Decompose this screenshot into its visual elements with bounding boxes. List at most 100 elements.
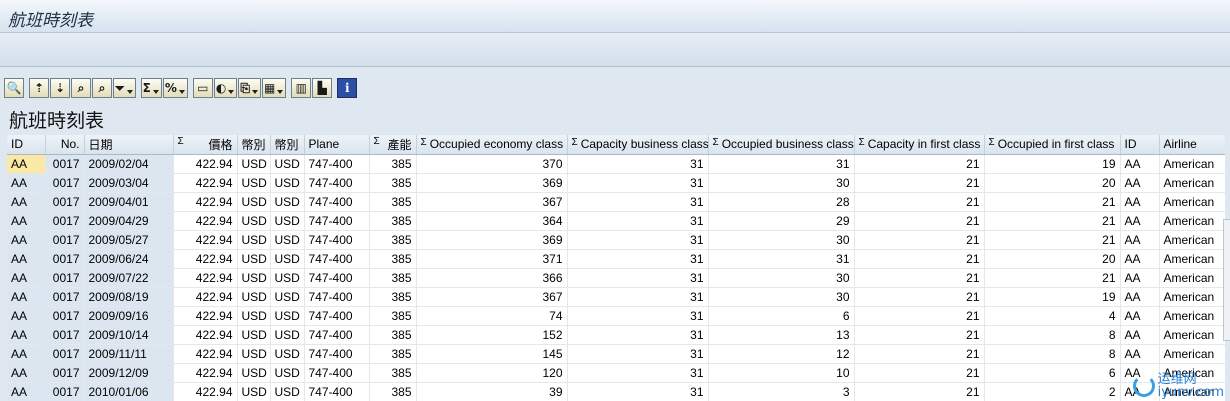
table-cell[interactable]: AA [1120, 325, 1160, 345]
table-cell[interactable]: 2009/11/11 [84, 344, 174, 364]
table-cell[interactable]: 2009/06/24 [84, 249, 174, 269]
table-cell[interactable]: USD [270, 344, 305, 364]
filter-button[interactable]: ⏷ [113, 78, 136, 98]
table-cell[interactable]: American [1159, 154, 1225, 174]
table-cell[interactable]: 31 [567, 382, 709, 401]
table-cell[interactable]: American [1159, 306, 1225, 326]
table-cell[interactable]: USD [237, 287, 271, 307]
table-cell[interactable]: 0017 [45, 268, 85, 288]
table-cell[interactable]: 0017 [45, 154, 85, 174]
table-cell[interactable]: 747-400 [304, 306, 370, 326]
table-cell[interactable]: 21 [984, 230, 1121, 250]
table-row[interactable]: AA 0017 2009/11/11 422.94 USD USD 747-400 385 14… [7, 344, 1225, 364]
column-header[interactable]: ID [1120, 135, 1160, 155]
table-cell[interactable]: 385 [369, 344, 417, 364]
table-cell[interactable]: 21 [984, 211, 1121, 231]
table-cell[interactable]: 0017 [45, 287, 85, 307]
table-cell[interactable]: 31 [567, 249, 709, 269]
table-cell[interactable]: 20 [984, 173, 1121, 193]
table-cell[interactable]: AA [1120, 344, 1160, 364]
table-cell[interactable]: 385 [369, 363, 417, 383]
table-cell[interactable]: 2009/09/16 [84, 306, 174, 326]
table-cell[interactable]: USD [237, 154, 271, 174]
table-cell[interactable]: 2009/10/14 [84, 325, 174, 345]
table-cell[interactable]: USD [270, 173, 305, 193]
table-cell[interactable]: AA [7, 268, 46, 288]
table-row[interactable]: AA 0017 2009/07/22 422.94 USD USD 747-400 385 36… [7, 268, 1225, 288]
table-cell[interactable]: 2009/03/04 [84, 173, 174, 193]
table-cell[interactable]: 31 [567, 287, 709, 307]
table-cell[interactable]: 30 [708, 268, 855, 288]
table-cell[interactable]: AA [7, 173, 46, 193]
table-cell[interactable]: 747-400 [304, 363, 370, 383]
table-cell[interactable]: 21 [854, 306, 985, 326]
table-cell[interactable]: USD [270, 268, 305, 288]
graphic-button[interactable]: ▙ [312, 78, 333, 98]
table-cell[interactable]: 0017 [45, 363, 85, 383]
table-cell[interactable]: 385 [369, 192, 417, 212]
table-cell[interactable]: AA [7, 230, 46, 250]
table-cell[interactable]: 385 [369, 287, 417, 307]
table-cell[interactable]: 422.94 [173, 154, 238, 174]
total-button[interactable]: Σ [140, 78, 162, 98]
table-cell[interactable]: 21 [854, 344, 985, 364]
table-cell[interactable]: 366 [416, 268, 568, 288]
table-cell[interactable]: USD [237, 230, 271, 250]
table-row[interactable]: AA 0017 2009/10/14 422.94 USD USD 747-400 385 15… [7, 325, 1225, 345]
table-cell[interactable]: American [1159, 287, 1225, 307]
table-cell[interactable]: 31 [708, 154, 855, 174]
column-header[interactable]: Plane [304, 135, 370, 155]
table-cell[interactable]: 31 [567, 211, 709, 231]
table-cell[interactable]: 0017 [45, 344, 85, 364]
table-cell[interactable]: 31 [567, 268, 709, 288]
table-cell[interactable]: 422.94 [173, 287, 238, 307]
table-cell[interactable]: 747-400 [304, 249, 370, 269]
table-cell[interactable]: 21 [854, 268, 985, 288]
sort-descending-button[interactable]: ⇣ [50, 78, 70, 98]
table-cell[interactable]: 422.94 [173, 268, 238, 288]
table-cell[interactable]: 747-400 [304, 325, 370, 345]
table-cell[interactable]: USD [270, 249, 305, 269]
table-cell[interactable]: USD [237, 249, 271, 269]
table-cell[interactable]: 422.94 [173, 211, 238, 231]
table-cell[interactable]: 19 [984, 287, 1121, 307]
table-cell[interactable]: 31 [567, 363, 709, 383]
table-cell[interactable]: 422.94 [173, 382, 238, 401]
table-cell[interactable]: 8 [984, 344, 1121, 364]
table-cell[interactable]: 747-400 [304, 268, 370, 288]
table-cell[interactable]: USD [237, 173, 271, 193]
table-cell[interactable]: 422.94 [173, 192, 238, 212]
table-cell[interactable]: USD [237, 268, 271, 288]
table-cell[interactable]: 30 [708, 230, 855, 250]
table-cell[interactable]: USD [270, 382, 305, 401]
table-cell[interactable]: 21 [854, 363, 985, 383]
column-header[interactable]: Σ 產能 [369, 135, 417, 155]
table-row[interactable]: AA 0017 2009/03/04 422.94 USD USD 747-400 385 36… [7, 173, 1225, 193]
table-cell[interactable]: 385 [369, 173, 417, 193]
column-header[interactable]: Σ Occupied economy class [416, 135, 568, 155]
table-cell[interactable]: AA [1120, 211, 1160, 231]
table-cell[interactable]: USD [237, 192, 271, 212]
table-cell[interactable]: 422.94 [173, 230, 238, 250]
column-header[interactable]: ID [7, 135, 46, 155]
table-cell[interactable]: American [1159, 268, 1225, 288]
table-cell[interactable]: USD [237, 211, 271, 231]
table-cell[interactable]: AA [7, 211, 46, 231]
table-cell[interactable]: AA [7, 306, 46, 326]
table-cell[interactable]: USD [270, 287, 305, 307]
table-cell[interactable]: 747-400 [304, 154, 370, 174]
table-cell[interactable]: 6 [984, 363, 1121, 383]
table-cell[interactable]: AA [7, 192, 46, 212]
table-cell[interactable]: 2009/05/27 [84, 230, 174, 250]
table-row[interactable]: AA 0017 2009/04/01 422.94 USD USD 747-400 385 36… [7, 192, 1225, 212]
table-cell[interactable]: 0017 [45, 306, 85, 326]
column-header[interactable]: Airline [1159, 135, 1225, 155]
table-cell[interactable]: AA [1120, 268, 1160, 288]
table-cell[interactable]: USD [270, 211, 305, 231]
table-cell[interactable]: 10 [708, 363, 855, 383]
table-cell[interactable]: 31 [708, 249, 855, 269]
table-cell[interactable]: 2009/02/04 [84, 154, 174, 174]
details-button[interactable]: 🔍 [4, 78, 24, 98]
table-row[interactable]: AA 0017 2009/12/09 422.94 USD USD 747-400 385 12… [7, 363, 1225, 383]
table-cell[interactable]: USD [270, 192, 305, 212]
